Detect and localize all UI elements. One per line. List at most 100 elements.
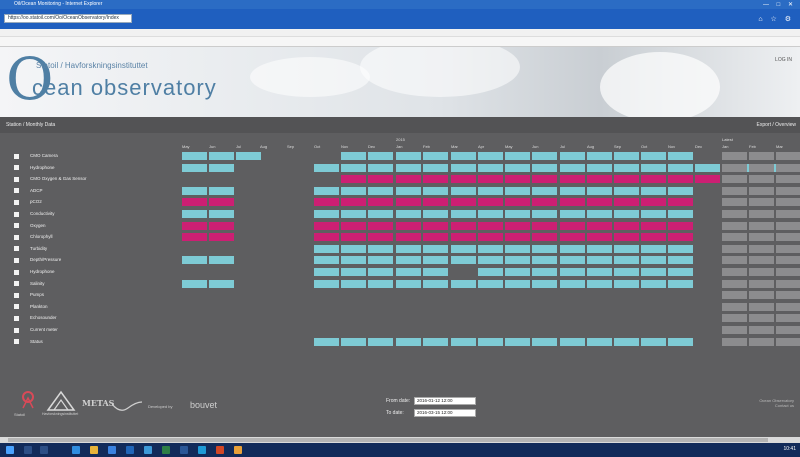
data-cell-alert[interactable] <box>182 198 207 207</box>
taskbar-clock[interactable]: 10:41 <box>783 446 796 452</box>
data-cell-available[interactable] <box>641 244 666 253</box>
data-cell-available[interactable] <box>314 210 339 218</box>
data-cell-available[interactable] <box>587 152 612 160</box>
data-cell-available[interactable] <box>587 268 612 276</box>
data-cell-alert[interactable] <box>368 233 393 242</box>
data-cell-available[interactable] <box>505 186 530 195</box>
latest-cell[interactable] <box>749 186 774 195</box>
data-cell-alert[interactable] <box>505 233 530 242</box>
latest-cell[interactable] <box>722 152 747 160</box>
data-cell-available[interactable] <box>668 210 693 218</box>
data-cell-available[interactable] <box>614 268 639 276</box>
data-cell-available[interactable] <box>532 163 557 172</box>
latest-cell[interactable] <box>776 163 800 172</box>
data-cell-available[interactable] <box>396 268 421 276</box>
data-cell-alert[interactable] <box>451 233 476 242</box>
data-cell-available[interactable] <box>423 163 448 172</box>
data-cell-available[interactable] <box>314 268 339 276</box>
data-cell-alert[interactable] <box>641 175 666 184</box>
data-cell-alert[interactable] <box>532 175 557 184</box>
data-cell-available[interactable] <box>587 337 612 346</box>
latest-cell[interactable] <box>749 279 774 288</box>
data-cell-alert[interactable] <box>451 221 476 230</box>
data-cell-available[interactable] <box>368 279 393 288</box>
data-cell-available[interactable] <box>478 152 503 160</box>
data-cell-alert[interactable] <box>182 221 207 230</box>
data-cell-available[interactable] <box>209 279 234 288</box>
data-cell-available[interactable] <box>614 279 639 288</box>
latest-cell[interactable] <box>722 256 747 265</box>
latest-cell[interactable] <box>722 302 747 311</box>
sensor-label[interactable]: pCO2 <box>30 198 42 206</box>
sensor-label[interactable]: Plankton <box>30 303 48 311</box>
data-cell-available[interactable] <box>396 186 421 195</box>
latest-cell[interactable] <box>749 326 774 334</box>
sensor-label[interactable]: CMO Camera <box>30 152 58 160</box>
data-cell-alert[interactable] <box>587 175 612 184</box>
data-cell-available[interactable] <box>314 337 339 346</box>
data-cell-alert[interactable] <box>423 221 448 230</box>
data-cell-alert[interactable] <box>209 198 234 207</box>
latest-cell[interactable] <box>776 279 800 288</box>
data-cell-available[interactable] <box>641 152 666 160</box>
latest-cell[interactable] <box>749 244 774 253</box>
data-cell-available[interactable] <box>560 210 585 218</box>
data-cell-available[interactable] <box>560 268 585 276</box>
data-cell-alert[interactable] <box>614 198 639 207</box>
data-cell-available[interactable] <box>423 186 448 195</box>
data-cell-available[interactable] <box>505 337 530 346</box>
data-cell-alert[interactable] <box>668 221 693 230</box>
data-cell-available[interactable] <box>209 163 234 172</box>
data-cell-available[interactable] <box>182 152 207 160</box>
latest-cell[interactable] <box>776 233 800 242</box>
latest-cell[interactable] <box>776 302 800 311</box>
data-cell-available[interactable] <box>314 256 339 265</box>
data-cell-alert[interactable] <box>396 233 421 242</box>
latest-cell[interactable] <box>722 279 747 288</box>
sensor-label[interactable]: ADCP <box>30 187 43 195</box>
data-cell-available[interactable] <box>182 163 207 172</box>
data-cell-available[interactable] <box>641 210 666 218</box>
data-cell-available[interactable] <box>451 244 476 253</box>
data-cell-alert[interactable] <box>451 175 476 184</box>
data-cell-available[interactable] <box>587 186 612 195</box>
latest-cell[interactable] <box>776 198 800 207</box>
sensor-label[interactable]: Oxygen <box>30 222 46 230</box>
login-link[interactable]: LOG IN <box>775 57 792 63</box>
latest-cell[interactable] <box>749 256 774 265</box>
latest-cell[interactable] <box>749 302 774 311</box>
latest-cell[interactable] <box>749 163 774 172</box>
latest-cell[interactable] <box>722 198 747 207</box>
data-cell-available[interactable] <box>396 152 421 160</box>
data-cell-available[interactable] <box>668 256 693 265</box>
data-cell-available[interactable] <box>451 163 476 172</box>
data-cell-available[interactable] <box>314 186 339 195</box>
data-cell-available[interactable] <box>532 210 557 218</box>
data-cell-available[interactable] <box>560 152 585 160</box>
data-cell-available[interactable] <box>560 256 585 265</box>
data-cell-available[interactable] <box>314 279 339 288</box>
latest-cell[interactable] <box>722 210 747 218</box>
data-cell-available[interactable] <box>341 186 366 195</box>
data-cell-alert[interactable] <box>532 233 557 242</box>
latest-cell[interactable] <box>722 244 747 253</box>
data-cell-alert[interactable] <box>423 175 448 184</box>
data-cell-available[interactable] <box>587 244 612 253</box>
row-checkbox[interactable] <box>14 234 19 240</box>
data-cell-available[interactable] <box>560 186 585 195</box>
data-cell-available[interactable] <box>505 152 530 160</box>
row-checkbox[interactable] <box>14 315 19 321</box>
latest-cell[interactable] <box>776 314 800 323</box>
latest-cell[interactable] <box>776 244 800 253</box>
data-cell-available[interactable] <box>236 152 261 160</box>
data-cell-alert[interactable] <box>560 221 585 230</box>
sensor-label[interactable]: Status <box>30 338 43 346</box>
data-cell-alert[interactable] <box>478 221 503 230</box>
latest-cell[interactable] <box>776 326 800 334</box>
data-cell-alert[interactable] <box>451 198 476 207</box>
data-cell-available[interactable] <box>209 210 234 218</box>
data-cell-available[interactable] <box>641 337 666 346</box>
latest-cell[interactable] <box>776 221 800 230</box>
latest-cell[interactable] <box>776 268 800 276</box>
data-cell-available[interactable] <box>423 279 448 288</box>
